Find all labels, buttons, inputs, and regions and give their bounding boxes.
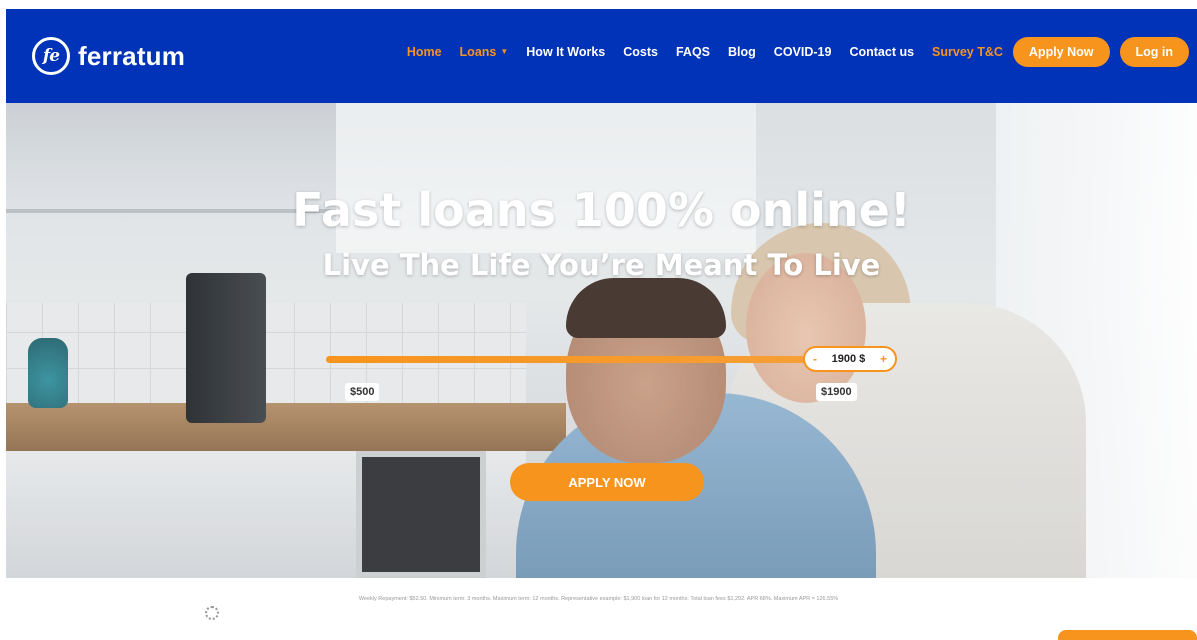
repayment-disclaimer: Weekly Repayment: $52.50. Minimum term: … (358, 596, 839, 602)
apply-now-button[interactable]: Apply Now (1012, 37, 1110, 67)
hero-overlay (6, 103, 1197, 578)
site-header: fe ferratum Home Loans ▼ How It Works Cos… (6, 9, 1197, 103)
nav-faqs[interactable]: FAQS (676, 45, 710, 59)
nav-survey[interactable]: Survey T&C (932, 45, 1003, 59)
page: fe ferratum Home Loans ▼ How It Works Cos… (0, 0, 1197, 640)
hero-apply-now-button[interactable]: APPLY NOW (510, 463, 704, 501)
nav-costs[interactable]: Costs (623, 45, 658, 59)
hero-title: Fast loans 100% online! (292, 183, 911, 237)
nav-loans-label: Loans (459, 45, 497, 59)
caret-down-icon: ▼ (500, 47, 509, 56)
nav-how-it-works[interactable]: How It Works (526, 45, 605, 59)
hero-subtitle: Live The Life You’re Meant To Live (322, 248, 881, 282)
loading-spinner-icon (205, 606, 219, 620)
main-nav: Home Loans ▼ How It Works Costs FAQS Blog… (389, 37, 1189, 67)
decrement-button[interactable]: - (813, 352, 817, 366)
increment-button[interactable]: + (880, 352, 887, 366)
ferratum-logo[interactable]: fe ferratum (32, 37, 185, 75)
logo-mark-icon: fe (32, 37, 70, 75)
nav-covid[interactable]: COVID-19 (774, 45, 832, 59)
nav-home[interactable]: Home (407, 45, 442, 59)
nav-blog[interactable]: Blog (728, 45, 756, 59)
range-min-label: $500 (345, 383, 380, 401)
logo-text: ferratum (78, 40, 186, 71)
loan-amount-slider[interactable] (326, 356, 886, 363)
nav-contact[interactable]: Contact us (849, 45, 914, 59)
hero-section: Fast loans 100% online! Live The Life Yo… (6, 103, 1197, 578)
slider-value: 1900 $ (831, 353, 866, 365)
nav-loans[interactable]: Loans ▼ (460, 45, 509, 59)
chat-widget-tab[interactable] (1058, 630, 1197, 640)
slider-handle[interactable]: - 1900 $ + (803, 346, 897, 372)
login-button[interactable]: Log in (1119, 37, 1189, 67)
range-max-label: $1900 (816, 383, 857, 401)
slider-fill (326, 356, 886, 363)
